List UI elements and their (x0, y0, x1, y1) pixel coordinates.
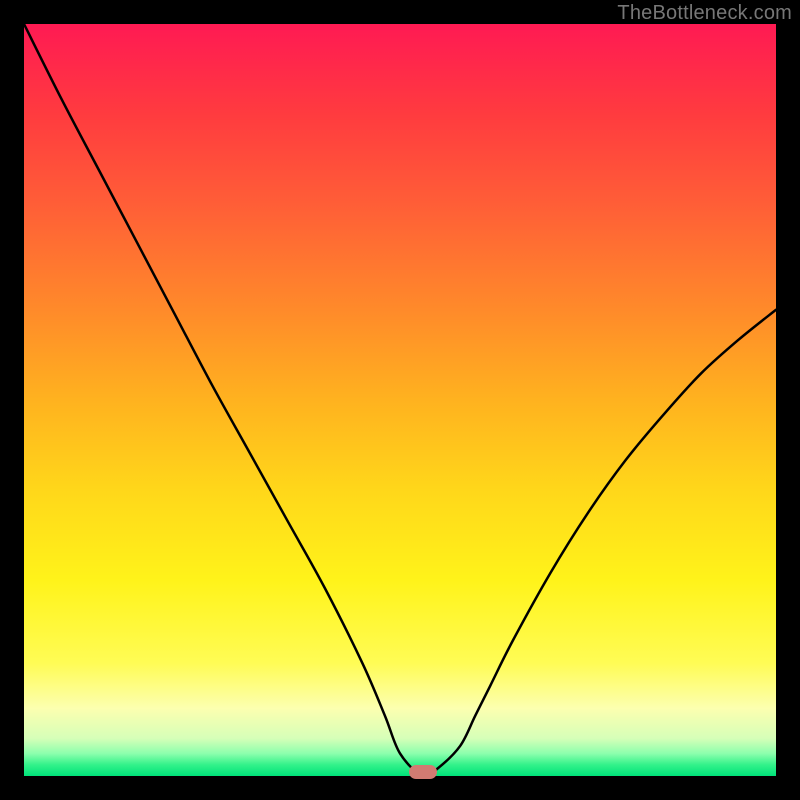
chart-frame: TheBottleneck.com (0, 0, 800, 800)
bottleneck-curve (24, 24, 776, 776)
watermark: TheBottleneck.com (617, 2, 792, 25)
optimal-marker (409, 765, 437, 779)
plot-area (24, 24, 776, 776)
curve-path (24, 24, 776, 776)
